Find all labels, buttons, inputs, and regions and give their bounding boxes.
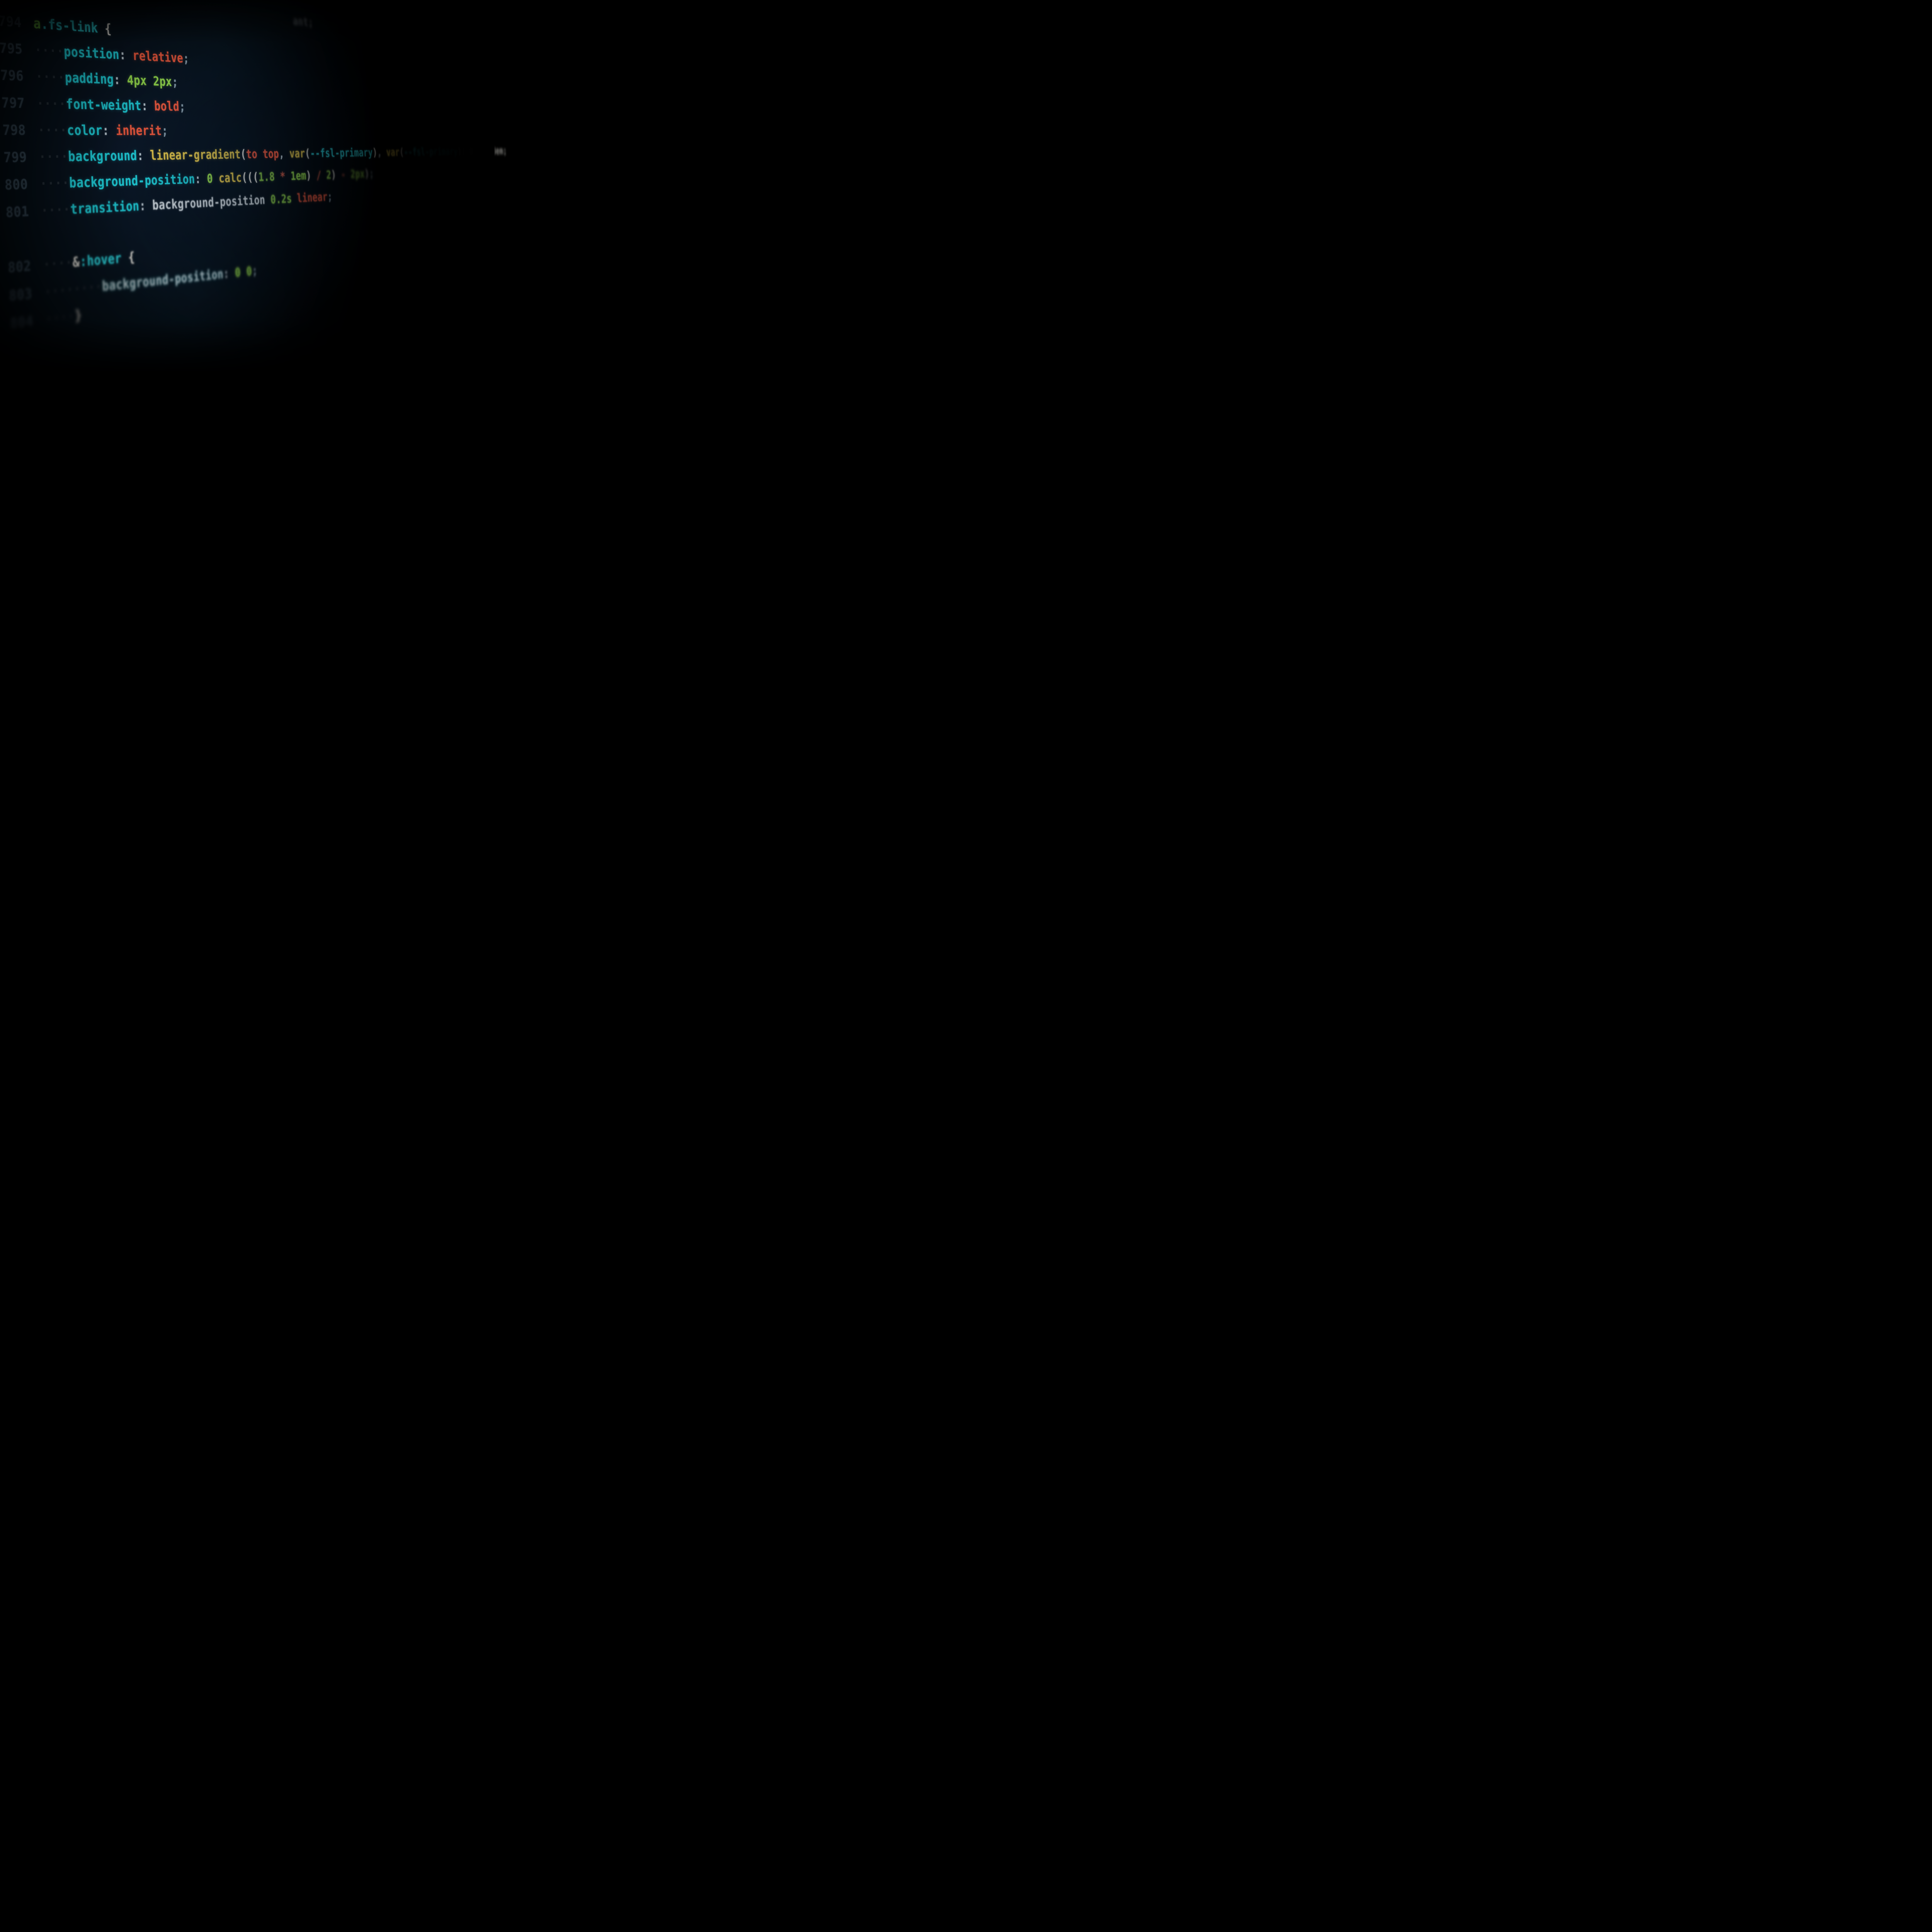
screen-photo: ant; 794 a.fs-link { 795 ····position: r… (0, 0, 495, 371)
css-number: 4px (127, 73, 147, 88)
selector-class: .fs-link (41, 16, 98, 36)
code-editor: ant; 794 a.fs-link { 795 ····position: r… (0, 0, 426, 341)
brace: { (98, 21, 112, 37)
css-value: bold (154, 99, 180, 114)
css-number: 2px (153, 74, 172, 89)
line-number: 798 (0, 116, 38, 144)
css-value: inherit (116, 123, 162, 138)
line-number: 796 (0, 61, 36, 90)
selector-pseudo: :hover (80, 251, 122, 270)
css-function: linear-gradient (150, 147, 241, 163)
line-number: 804 (0, 306, 46, 341)
css-property: font-weight (66, 96, 142, 113)
css-ident: background-position (152, 193, 265, 213)
line-number: 800 (0, 171, 40, 200)
css-property: color (67, 122, 103, 138)
css-property: transition (70, 199, 139, 218)
brace: } (75, 307, 82, 324)
css-property: background (68, 148, 138, 164)
css-property: padding (65, 70, 114, 87)
line-number: 799 (0, 144, 39, 172)
css-function: calc (218, 171, 242, 185)
css-property: position (63, 44, 119, 63)
nesting-amp: & (72, 254, 80, 270)
code-fragment: ant; (293, 14, 313, 29)
line-number: 801 (0, 197, 41, 228)
css-value: relative (132, 48, 184, 66)
css-property: background-position (69, 172, 195, 191)
line-number: 795 (0, 33, 35, 63)
selector-tag: a (33, 15, 41, 32)
line-number: 794 (0, 6, 34, 37)
line-number: 797 (0, 88, 37, 117)
